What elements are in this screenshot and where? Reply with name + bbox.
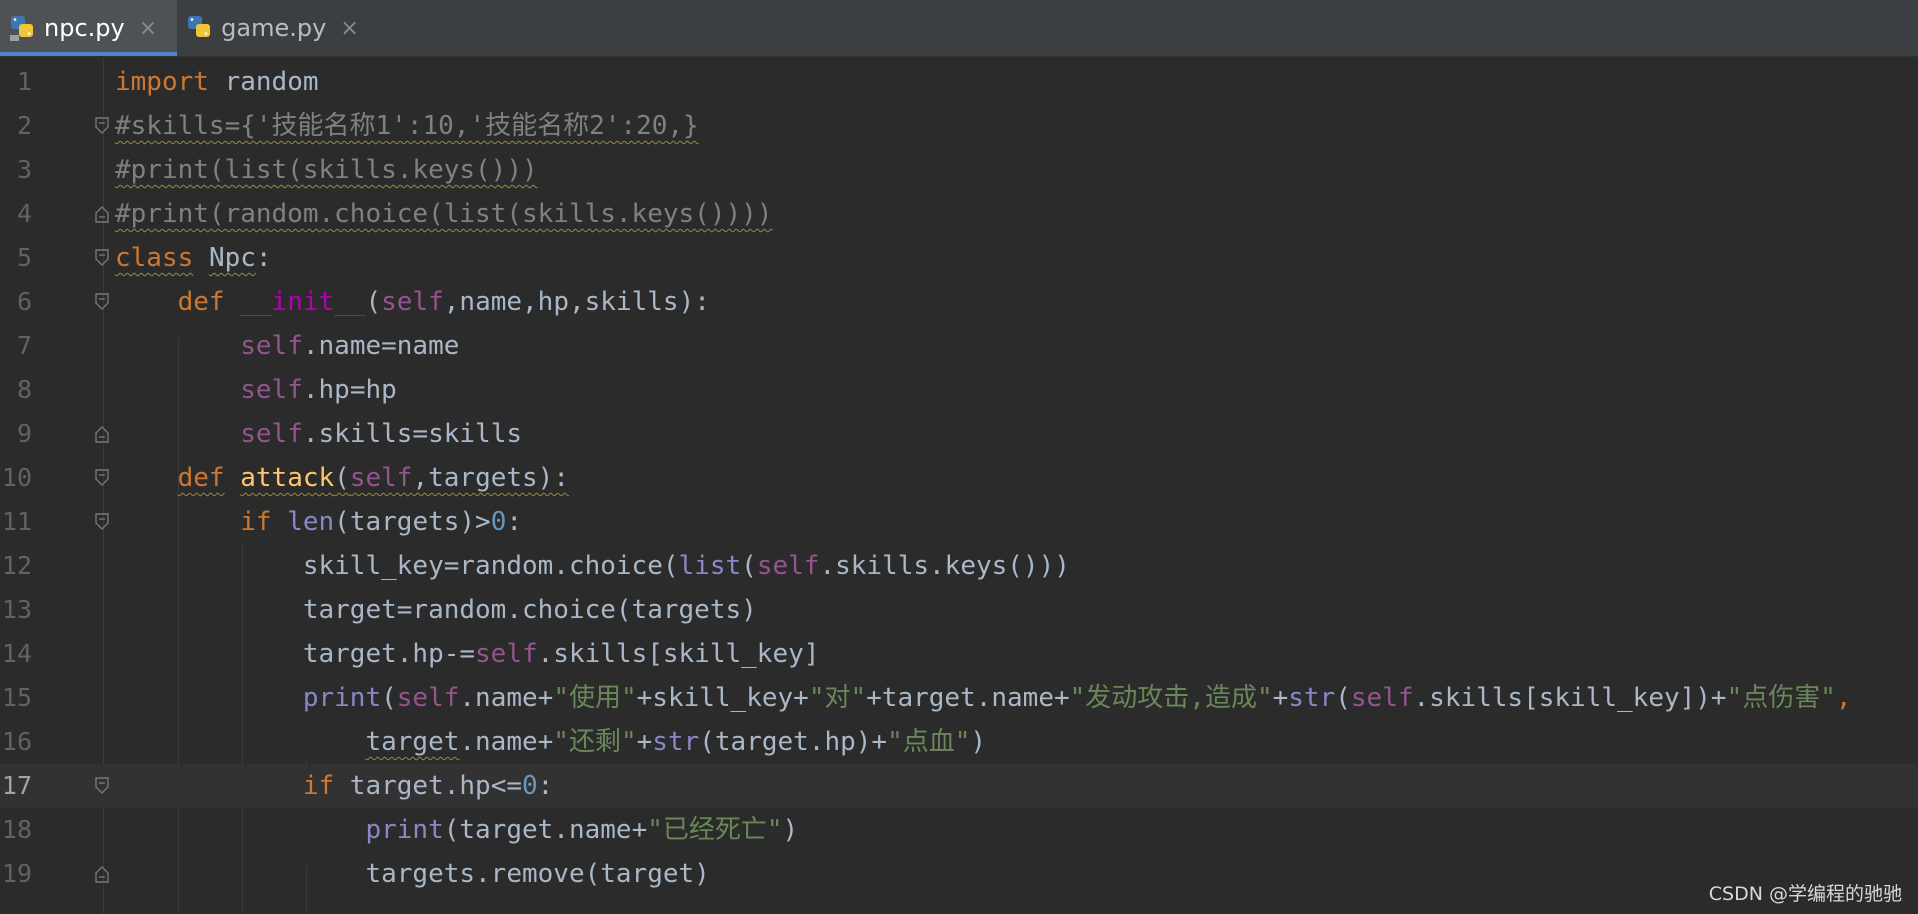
- code-text: def attack(self,targets):: [177, 463, 569, 493]
- line-number[interactable]: 18: [0, 808, 32, 852]
- fold-marker-icon[interactable]: [94, 249, 110, 267]
- line-number[interactable]: 2: [0, 104, 32, 148]
- line-number[interactable]: 1: [0, 60, 32, 104]
- line-number[interactable]: 16: [0, 720, 32, 764]
- code-line: 19 targets.remove(target): [0, 852, 1918, 896]
- code-line: 7 self.name=name: [0, 324, 1918, 368]
- code-line: 15 print(self.name+"使用"+skill_key+"对"+ta…: [0, 676, 1918, 720]
- fold-marker-icon[interactable]: [94, 777, 110, 795]
- code-text: target.name+"还剩"+str(target.hp)+"点血"): [365, 727, 987, 757]
- tab-label: game.py: [221, 14, 327, 42]
- code-text: print(self.name+"使用"+skill_key+"对"+targe…: [302, 683, 1852, 713]
- fold-marker-icon[interactable]: [94, 865, 110, 883]
- code-line: 3 #print(list(skills.keys())): [0, 148, 1918, 192]
- line-number[interactable]: 8: [0, 368, 32, 412]
- code-line: 18 print(target.name+"已经死亡"): [0, 808, 1918, 852]
- fold-marker-icon[interactable]: [94, 513, 110, 531]
- ide-window: npc.py × game.py × 1 import random 2 #sk…: [0, 0, 1918, 914]
- code-line: 6 def __init__(self,name,hp,skills):: [0, 280, 1918, 324]
- code-line: 9 self.skills=skills: [0, 412, 1918, 456]
- line-number[interactable]: 12: [0, 544, 32, 588]
- fold-marker-icon[interactable]: [94, 205, 110, 223]
- code-line: 4 #print(random.choice(list(skills.keys(…: [0, 192, 1918, 236]
- code-text: #skills={'技能名称1':10,'技能名称2':20,}: [115, 111, 699, 141]
- code-text: #print(list(skills.keys())): [115, 155, 538, 185]
- tab-label: npc.py: [44, 14, 125, 42]
- code-line: 10 def attack(self,targets):: [0, 456, 1918, 500]
- code-line: 11 if len(targets)>0:: [0, 500, 1918, 544]
- line-number[interactable]: 14: [0, 632, 32, 676]
- python-file-icon: [188, 16, 211, 37]
- code-line: 5 class Npc:: [0, 236, 1918, 280]
- line-number[interactable]: 9: [0, 412, 32, 456]
- code-text: targets.remove(target): [115, 859, 710, 889]
- fold-marker-icon[interactable]: [94, 469, 110, 487]
- line-number[interactable]: 4: [0, 192, 32, 236]
- close-icon[interactable]: ×: [340, 16, 358, 41]
- code-text: print(target.name+"已经死亡"): [365, 815, 799, 845]
- code-line: 8 self.hp=hp: [0, 368, 1918, 412]
- line-number[interactable]: 7: [0, 324, 32, 368]
- python-file-icon: [10, 16, 33, 41]
- code-line-current: 17 if target.hp<=0:: [0, 764, 1918, 808]
- fold-marker-icon[interactable]: [94, 117, 110, 135]
- code-text: import random: [115, 67, 319, 97]
- line-number[interactable]: 13: [0, 588, 32, 632]
- line-number[interactable]: 10: [0, 456, 32, 500]
- code-line: 13 target=random.choice(targets): [0, 588, 1918, 632]
- line-number[interactable]: 15: [0, 676, 32, 720]
- code-editor[interactable]: 1 import random 2 #skills={'技能名称1':10,'技…: [0, 58, 1918, 914]
- line-number[interactable]: 6: [0, 280, 32, 324]
- code-line: 16 target.name+"还剩"+str(target.hp)+"点血"): [0, 720, 1918, 764]
- code-text: if target.hp<=0:: [302, 771, 554, 801]
- code-text: self.skills=skills: [240, 419, 523, 449]
- code-text: if len(targets)>0:: [240, 507, 523, 537]
- line-number[interactable]: 11: [0, 500, 32, 544]
- line-number[interactable]: 17: [0, 764, 32, 808]
- code-line: 1 import random: [0, 60, 1918, 104]
- fold-marker-icon[interactable]: [94, 425, 110, 443]
- editor-tab-bar: npc.py × game.py ×: [0, 0, 1918, 57]
- code-text: target=random.choice(targets): [115, 595, 757, 625]
- code-line: 2 #skills={'技能名称1':10,'技能名称2':20,}: [0, 104, 1918, 148]
- code-text: skill_key=random.choice(list(self.skills…: [115, 551, 1070, 581]
- line-number[interactable]: 19: [0, 852, 32, 896]
- code-text: class Npc:: [115, 243, 272, 273]
- code-text: def __init__(self,name,hp,skills):: [177, 287, 710, 317]
- watermark: CSDN @学编程的驰驰: [1708, 883, 1902, 905]
- line-number[interactable]: 3: [0, 148, 32, 192]
- code-text: self.name=name: [240, 331, 460, 361]
- tab-npc-py[interactable]: npc.py ×: [0, 0, 178, 56]
- tab-game-py[interactable]: game.py ×: [177, 0, 379, 56]
- line-number[interactable]: 5: [0, 236, 32, 280]
- close-icon[interactable]: ×: [139, 16, 157, 41]
- code-text: target.hp-=self.skills[skill_key]: [115, 639, 820, 669]
- code-line: 14 target.hp-=self.skills[skill_key]: [0, 632, 1918, 676]
- code-line: 12 skill_key=random.choice(list(self.ski…: [0, 544, 1918, 588]
- code-text: self.hp=hp: [240, 375, 397, 405]
- code-text: #print(random.choice(list(skills.keys())…: [115, 199, 773, 229]
- fold-marker-icon[interactable]: [94, 293, 110, 311]
